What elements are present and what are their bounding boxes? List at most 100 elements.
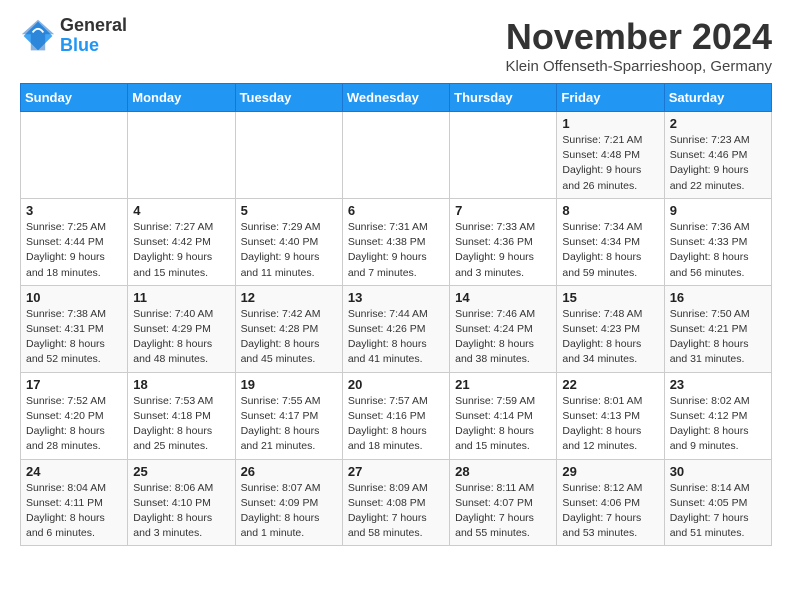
calendar-cell [128, 112, 235, 199]
day-info: Sunrise: 7:34 AMSunset: 4:34 PMDaylight:… [562, 220, 658, 281]
day-info: Sunrise: 8:12 AMSunset: 4:06 PMDaylight:… [562, 481, 658, 542]
logo-general: General [60, 16, 127, 36]
weekday-header-friday: Friday [557, 84, 664, 112]
calendar-cell: 17Sunrise: 7:52 AMSunset: 4:20 PMDayligh… [21, 372, 128, 459]
calendar-cell: 16 Sunrise: 7:50 AMSunset: 4:21 PMDayligh… [664, 285, 771, 372]
calendar-cell: 9 Sunrise: 7:36 AMSunset: 4:33 PMDaylight… [664, 198, 771, 285]
day-info: Sunrise: 7:48 AMSunset: 4:23 PMDaylight:… [562, 307, 658, 368]
day-number: 5 [241, 203, 337, 218]
day-number: 24 [26, 464, 122, 479]
day-number: 22 [562, 377, 658, 392]
day-number: 18 [133, 377, 229, 392]
title-block: November 2024 Klein Offenseth-Sparriesho… [505, 16, 772, 75]
calendar-cell: 6 Sunrise: 7:31 AMSunset: 4:38 PMDaylight… [342, 198, 449, 285]
day-number: 16 [670, 290, 766, 305]
day-number: 30 [670, 464, 766, 479]
calendar-cell [21, 112, 128, 199]
day-info: Sunrise: 8:11 AMSunset: 4:07 PMDaylight:… [455, 481, 551, 542]
day-info: Sunrise: 7:40 AMSunset: 4:29 PMDaylight:… [133, 307, 229, 368]
day-info: Sunrise: 7:27 AMSunset: 4:42 PMDaylight:… [133, 220, 229, 281]
page-header: General Blue November 2024 Klein Offense… [20, 16, 772, 75]
logo: General Blue [20, 16, 127, 56]
day-number: 21 [455, 377, 551, 392]
weekday-header-thursday: Thursday [450, 84, 557, 112]
calendar-cell: 18Sunrise: 7:53 AMSunset: 4:18 PMDayligh… [128, 372, 235, 459]
logo-blue: Blue [60, 36, 127, 56]
location-subtitle: Klein Offenseth-Sparrieshoop, Germany [505, 58, 772, 75]
day-info: Sunrise: 7:57 AMSunset: 4:16 PMDaylight:… [348, 394, 444, 455]
day-info: Sunrise: 7:42 AMSunset: 4:28 PMDaylight:… [241, 307, 337, 368]
day-info: Sunrise: 7:21 AMSunset: 4:48 PMDaylight:… [562, 133, 658, 194]
calendar-week-5: 24Sunrise: 8:04 AMSunset: 4:11 PMDayligh… [21, 459, 772, 546]
day-number: 7 [455, 203, 551, 218]
weekday-header-tuesday: Tuesday [235, 84, 342, 112]
day-info: Sunrise: 7:31 AMSunset: 4:38 PMDaylight:… [348, 220, 444, 281]
calendar-week-3: 10Sunrise: 7:38 AMSunset: 4:31 PMDayligh… [21, 285, 772, 372]
day-number: 8 [562, 203, 658, 218]
calendar-cell: 3 Sunrise: 7:25 AMSunset: 4:44 PMDaylight… [21, 198, 128, 285]
day-info: Sunrise: 7:46 AMSunset: 4:24 PMDaylight:… [455, 307, 551, 368]
logo-icon [20, 18, 56, 54]
calendar-cell: 14Sunrise: 7:46 AMSunset: 4:24 PMDayligh… [450, 285, 557, 372]
weekday-header-monday: Monday [128, 84, 235, 112]
calendar-cell [235, 112, 342, 199]
day-number: 1 [562, 116, 658, 131]
calendar-cell: 1 Sunrise: 7:21 AMSunset: 4:48 PMDaylight… [557, 112, 664, 199]
day-info: Sunrise: 7:59 AMSunset: 4:14 PMDaylight:… [455, 394, 551, 455]
day-number: 28 [455, 464, 551, 479]
calendar-cell [342, 112, 449, 199]
day-number: 19 [241, 377, 337, 392]
day-info: Sunrise: 7:25 AMSunset: 4:44 PMDaylight:… [26, 220, 122, 281]
day-info: Sunrise: 7:38 AMSunset: 4:31 PMDaylight:… [26, 307, 122, 368]
day-number: 23 [670, 377, 766, 392]
month-title: November 2024 [505, 16, 772, 58]
day-info: Sunrise: 7:44 AMSunset: 4:26 PMDaylight:… [348, 307, 444, 368]
calendar-cell: 4Sunrise: 7:27 AMSunset: 4:42 PMDaylight… [128, 198, 235, 285]
day-info: Sunrise: 7:52 AMSunset: 4:20 PMDaylight:… [26, 394, 122, 455]
calendar-week-2: 3 Sunrise: 7:25 AMSunset: 4:44 PMDaylight… [21, 198, 772, 285]
day-number: 26 [241, 464, 337, 479]
day-number: 2 [670, 116, 766, 131]
day-number: 12 [241, 290, 337, 305]
calendar-body: 1 Sunrise: 7:21 AMSunset: 4:48 PMDaylight… [21, 112, 772, 546]
calendar-cell: 19 Sunrise: 7:55 AMSunset: 4:17 PMDayligh… [235, 372, 342, 459]
day-info: Sunrise: 7:50 AMSunset: 4:21 PMDaylight:… [670, 307, 766, 368]
day-info: Sunrise: 7:23 AMSunset: 4:46 PMDaylight:… [670, 133, 766, 194]
calendar-cell: 29 Sunrise: 8:12 AMSunset: 4:06 PMDayligh… [557, 459, 664, 546]
day-number: 25 [133, 464, 229, 479]
calendar-cell: 7 Sunrise: 7:33 AMSunset: 4:36 PMDaylight… [450, 198, 557, 285]
calendar-cell [450, 112, 557, 199]
day-number: 6 [348, 203, 444, 218]
calendar-cell: 30Sunrise: 8:14 AMSunset: 4:05 PMDayligh… [664, 459, 771, 546]
day-number: 27 [348, 464, 444, 479]
calendar-cell: 12 Sunrise: 7:42 AMSunset: 4:28 PMDayligh… [235, 285, 342, 372]
day-number: 20 [348, 377, 444, 392]
day-number: 9 [670, 203, 766, 218]
calendar-table: SundayMondayTuesdayWednesdayThursdayFrid… [20, 83, 772, 546]
day-number: 29 [562, 464, 658, 479]
day-info: Sunrise: 7:36 AMSunset: 4:33 PMDaylight:… [670, 220, 766, 281]
day-number: 3 [26, 203, 122, 218]
calendar-cell: 5 Sunrise: 7:29 AMSunset: 4:40 PMDaylight… [235, 198, 342, 285]
weekday-header-wednesday: Wednesday [342, 84, 449, 112]
day-info: Sunrise: 7:29 AMSunset: 4:40 PMDaylight:… [241, 220, 337, 281]
calendar-cell: 25 Sunrise: 8:06 AMSunset: 4:10 PMDayligh… [128, 459, 235, 546]
calendar-week-4: 17Sunrise: 7:52 AMSunset: 4:20 PMDayligh… [21, 372, 772, 459]
day-info: Sunrise: 7:55 AMSunset: 4:17 PMDaylight:… [241, 394, 337, 455]
calendar-cell: 20 Sunrise: 7:57 AMSunset: 4:16 PMDayligh… [342, 372, 449, 459]
day-info: Sunrise: 8:06 AMSunset: 4:10 PMDaylight:… [133, 481, 229, 542]
day-info: Sunrise: 8:01 AMSunset: 4:13 PMDaylight:… [562, 394, 658, 455]
calendar-cell: 11 Sunrise: 7:40 AMSunset: 4:29 PMDayligh… [128, 285, 235, 372]
day-info: Sunrise: 8:02 AMSunset: 4:12 PMDaylight:… [670, 394, 766, 455]
weekday-header-sunday: Sunday [21, 84, 128, 112]
calendar-cell: 13 Sunrise: 7:44 AMSunset: 4:26 PMDayligh… [342, 285, 449, 372]
calendar-header-row: SundayMondayTuesdayWednesdayThursdayFrid… [21, 84, 772, 112]
day-number: 11 [133, 290, 229, 305]
weekday-header-saturday: Saturday [664, 84, 771, 112]
day-info: Sunrise: 7:33 AMSunset: 4:36 PMDaylight:… [455, 220, 551, 281]
day-number: 13 [348, 290, 444, 305]
calendar-cell: 15 Sunrise: 7:48 AMSunset: 4:23 PMDayligh… [557, 285, 664, 372]
calendar-cell: 23 Sunrise: 8:02 AMSunset: 4:12 PMDayligh… [664, 372, 771, 459]
calendar-cell: 24Sunrise: 8:04 AMSunset: 4:11 PMDayligh… [21, 459, 128, 546]
day-number: 15 [562, 290, 658, 305]
